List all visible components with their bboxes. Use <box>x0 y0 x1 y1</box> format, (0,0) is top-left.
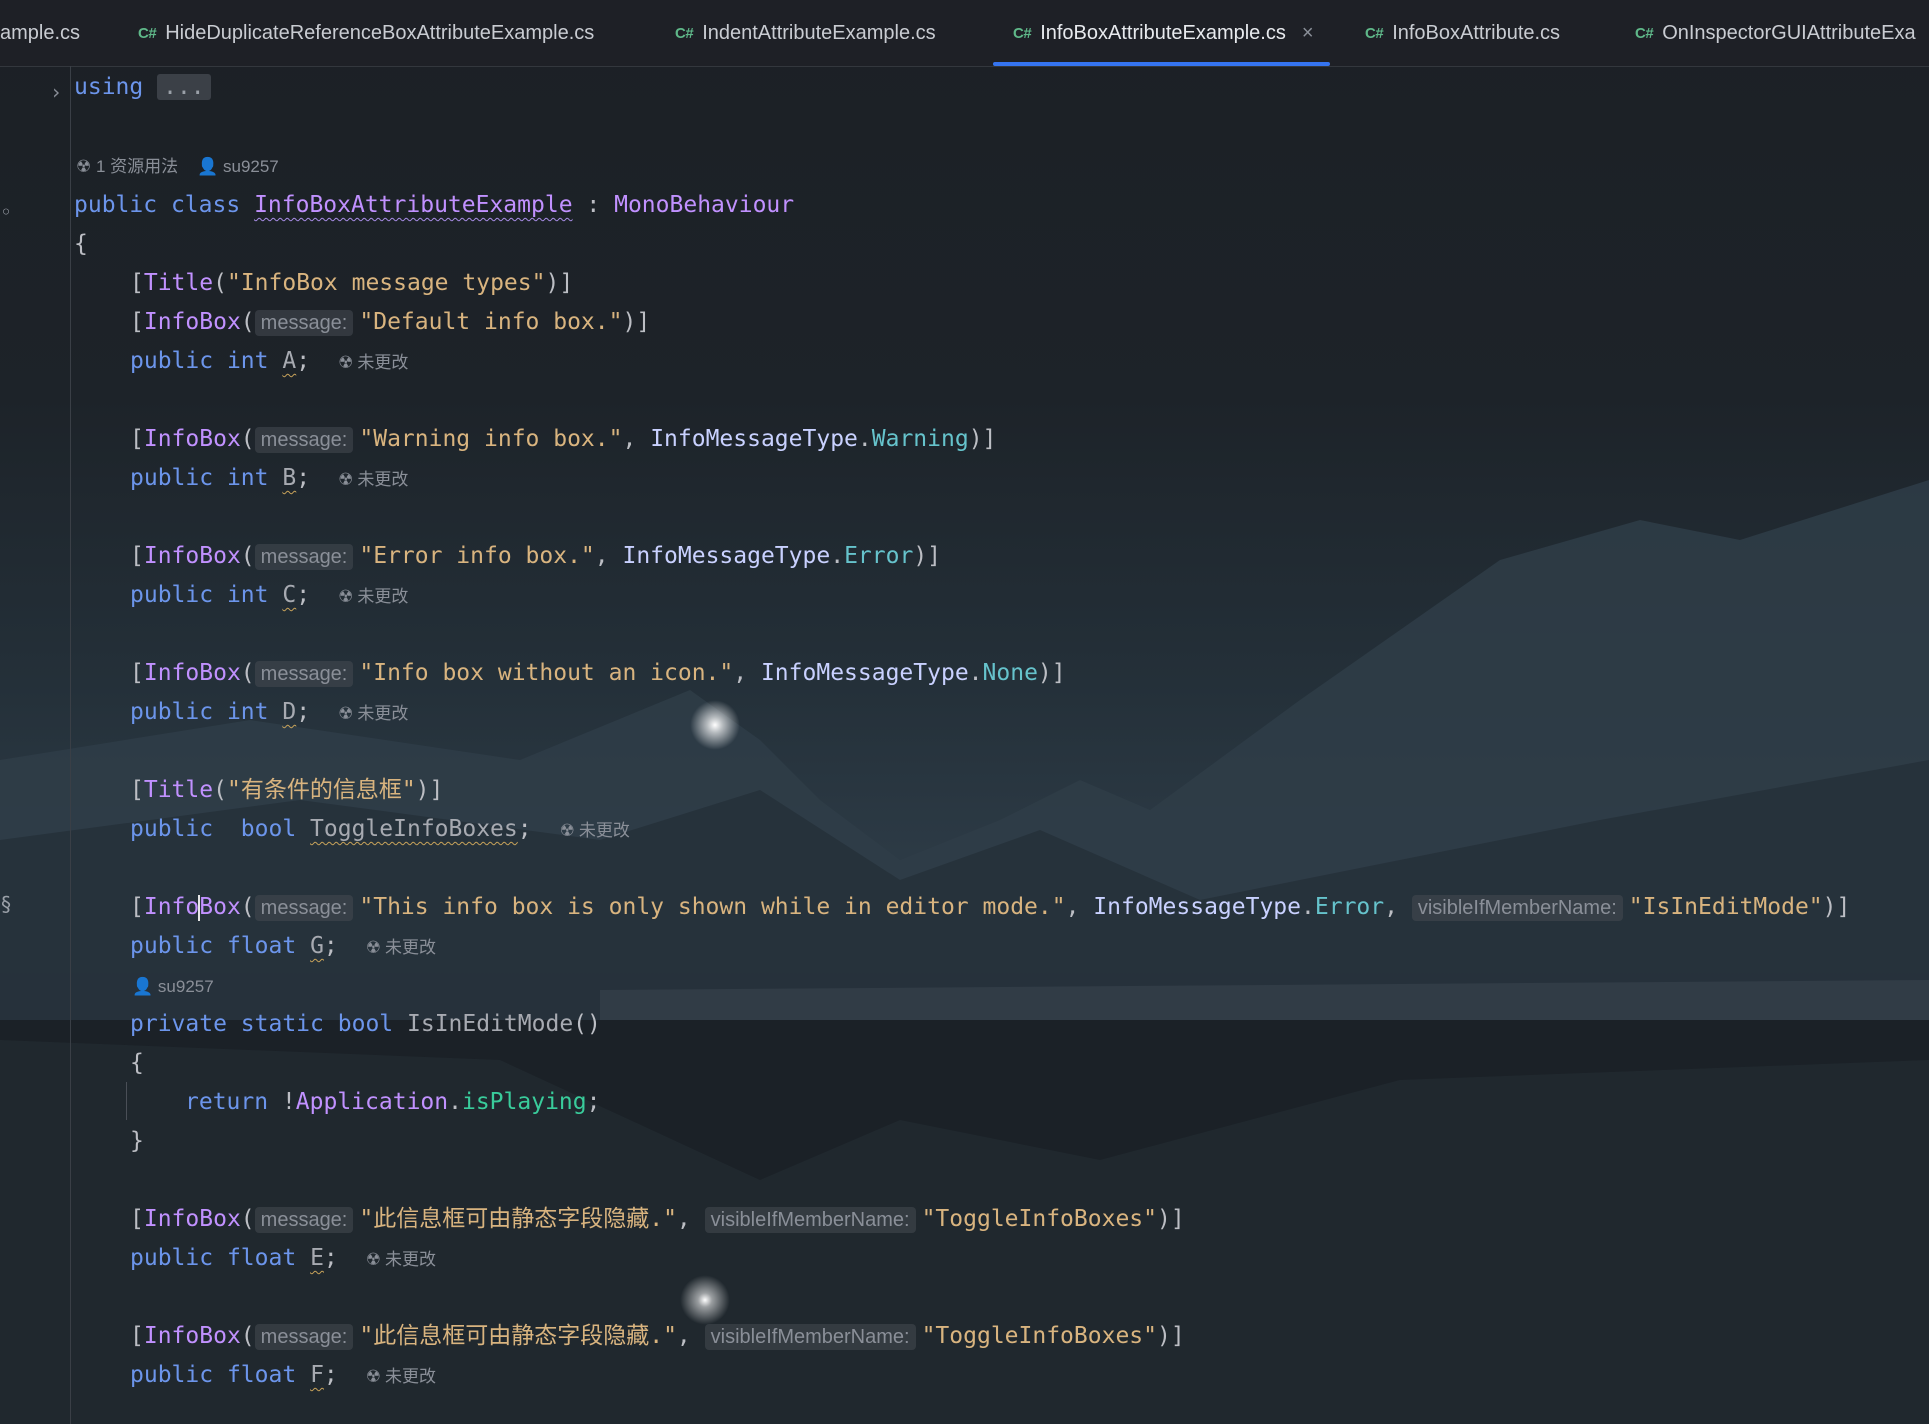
unchanged-hint: ☢ 未更改 <box>365 938 437 957</box>
unity-icon: ☢ <box>338 353 354 372</box>
param-hint-message: message: <box>254 1324 354 1350</box>
csharp-file-icon: C# <box>675 24 694 42</box>
param-hint-visible-if: visibleIfMemberName: <box>704 1207 916 1233</box>
code-line-using[interactable]: using ... <box>74 68 211 107</box>
param-hint-message: message: <box>254 895 354 921</box>
collapsed-imports[interactable]: ... <box>157 74 211 100</box>
chevron-right-icon[interactable]: › <box>50 80 62 104</box>
gutter-marker-icon[interactable]: ◦ <box>0 200 12 224</box>
param-hint-visible-if: visibleIfMemberName: <box>1411 895 1623 921</box>
csharp-file-icon: C# <box>1635 24 1654 42</box>
code-line-infobox-static-1[interactable]: [InfoBox(message: "此信息框可由静态字段隐藏.", visibl… <box>130 1200 1185 1239</box>
unity-icon: ☢ <box>365 1367 382 1386</box>
indent-guide <box>70 66 71 1424</box>
code-line-title-2[interactable]: [Title("有条件的信息框")] <box>130 771 443 810</box>
code-lens-usages[interactable]: ☢ 1 资源用法 👤 su9257 <box>76 154 279 180</box>
unity-icon: ☢ <box>338 587 354 606</box>
code-line-field-e[interactable]: public float E; ☢ 未更改 <box>130 1239 436 1278</box>
code-line-field-toggle[interactable]: public bool ToggleInfoBoxes; ☢ 未更改 <box>130 810 630 849</box>
code-line-field-c[interactable]: public int C; ☢ 未更改 <box>130 576 408 615</box>
unchanged-hint: ☢ 未更改 <box>338 704 409 723</box>
unity-icon: ☢ <box>365 1250 382 1269</box>
active-tab-indicator <box>993 62 1330 66</box>
param-hint-message: message: <box>254 1207 354 1233</box>
param-hint-visible-if: visibleIfMemberName: <box>704 1324 916 1350</box>
code-line-field-b[interactable]: public int B; ☢ 未更改 <box>130 459 408 498</box>
code-line-infobox-warning[interactable]: [InfoBox(message: "Warning info box.", In… <box>130 420 996 459</box>
gutter-link-icon[interactable]: § <box>0 892 12 916</box>
param-hint-message: message: <box>254 544 354 570</box>
code-line-field-a[interactable]: public int A; ☢ 未更改 <box>130 342 408 381</box>
unity-icon: ☢ <box>338 704 354 723</box>
csharp-file-icon: C# <box>138 24 157 42</box>
code-line-method-brace-open[interactable]: { <box>130 1044 144 1083</box>
close-icon[interactable]: × <box>1302 22 1314 45</box>
tab-indent-attribute[interactable]: C# IndentAttributeExample.cs <box>675 0 936 66</box>
code-line-class[interactable]: public class InfoBoxAttributeExample : M… <box>74 186 794 225</box>
code-line-infobox-default[interactable]: [InfoBox(message: "Default info box.")] <box>130 303 650 342</box>
code-line-field-d[interactable]: public int D; ☢ 未更改 <box>130 693 408 732</box>
param-hint-message: message: <box>254 661 354 687</box>
unchanged-hint: ☢ 未更改 <box>338 353 409 372</box>
csharp-file-icon: C# <box>1013 24 1032 42</box>
code-line-infobox-editor-mode[interactable]: [InfoBox(message: "This info box is only … <box>130 888 1850 927</box>
unity-icon: ☢ <box>559 821 575 840</box>
author-icon: 👤 <box>197 157 219 176</box>
usage-icon: ☢ <box>76 157 92 176</box>
tab-example-cs[interactable]: ample.cs <box>0 0 80 66</box>
param-hint-message: message: <box>254 427 354 453</box>
code-line-title-1[interactable]: [Title("InfoBox message types")] <box>130 264 573 303</box>
unchanged-hint: ☢ 未更改 <box>338 470 409 489</box>
csharp-file-icon: C# <box>1365 24 1384 42</box>
code-line-method-decl[interactable]: private static bool IsInEditMode() <box>130 1005 601 1044</box>
unchanged-hint: ☢ 未更改 <box>338 587 409 606</box>
tab-infobox-attribute-example[interactable]: C# InfoBoxAttributeExample.cs × <box>993 0 1330 66</box>
editor-tab-bar: ample.cs C# HideDuplicateReferenceBoxAtt… <box>0 0 1929 67</box>
code-line-brace-open[interactable]: { <box>74 225 88 264</box>
code-line-infobox-error[interactable]: [InfoBox(message: "Error info box.", Info… <box>130 537 941 576</box>
tab-hide-duplicate-reference[interactable]: C# HideDuplicateReferenceBoxAttributeExa… <box>138 0 594 66</box>
unity-icon: ☢ <box>365 938 382 957</box>
unity-icon: ☢ <box>338 470 354 489</box>
unchanged-hint: ☢ 未更改 <box>559 821 630 840</box>
param-hint-message: message: <box>254 310 354 336</box>
tab-oninspectorgui-attribute[interactable]: C# OnInspectorGUIAttributeExa <box>1635 0 1916 66</box>
code-line-infobox-none[interactable]: [InfoBox(message: "Info box without an ic… <box>130 654 1066 693</box>
unchanged-hint: ☢ 未更改 <box>365 1367 437 1386</box>
tab-infobox-attribute[interactable]: C# InfoBoxAttribute.cs <box>1365 0 1560 66</box>
code-line-infobox-static-2[interactable]: [InfoBox(message: "此信息框可由静态字段隐藏.", visibl… <box>130 1317 1185 1356</box>
unchanged-hint: ☢ 未更改 <box>365 1250 437 1269</box>
code-line-field-g[interactable]: public float G; ☢ 未更改 <box>130 927 436 966</box>
block-indent-guide <box>126 1082 127 1120</box>
code-lens-author[interactable]: 👤 su9257 <box>132 974 214 1000</box>
code-line-return[interactable]: return !Application.isPlaying; <box>185 1083 600 1122</box>
code-line-method-brace-close[interactable]: } <box>130 1122 144 1161</box>
code-line-field-f[interactable]: public float F; ☢ 未更改 <box>130 1356 436 1395</box>
author-icon: 👤 <box>132 977 154 996</box>
